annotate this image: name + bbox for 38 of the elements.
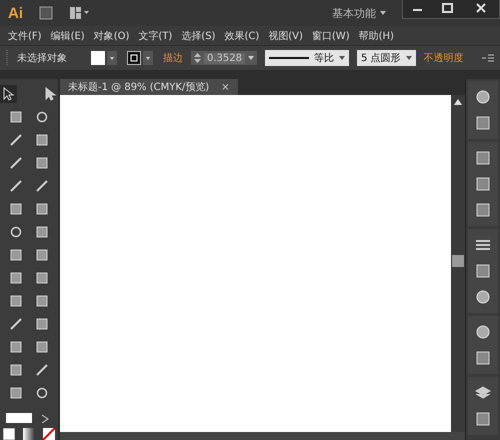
panel-menu-icon[interactable]	[482, 53, 494, 63]
menu-item[interactable]: 效果(C)	[224, 28, 260, 42]
caret-icon	[248, 56, 254, 60]
caret-icon	[380, 11, 386, 15]
menu-item[interactable]: 选择(S)	[181, 28, 216, 42]
menu-item[interactable]: 窗口(W)	[312, 28, 350, 42]
workspace-dropdown[interactable]: 基本功能	[332, 6, 376, 20]
spinner-icon	[194, 52, 201, 64]
stroke-swatch[interactable]	[127, 51, 155, 65]
none-mode-icon[interactable]	[43, 428, 55, 440]
menu-item[interactable]: 文件(F)	[8, 28, 42, 42]
stroke-profile-dropdown[interactable]: 等比	[265, 50, 349, 66]
app-logo: Ai	[8, 4, 23, 22]
fill-swatch[interactable]	[91, 51, 119, 65]
caret-icon	[406, 56, 412, 60]
stroke-weight-field[interactable]: 0.3528	[191, 51, 257, 65]
scroll-thumb[interactable]	[452, 255, 464, 267]
document-tab[interactable]: 未标题-1 @ 89% (CMYK/预览) ×	[60, 79, 238, 95]
circle-icon[interactable]	[475, 289, 491, 305]
menu-item[interactable]: 对象(O)	[94, 28, 130, 42]
lines-icon[interactable]	[475, 237, 491, 253]
caret-icon	[339, 56, 345, 60]
menu-item[interactable]: 文字(T)	[138, 28, 172, 42]
scroll-up-icon[interactable]	[454, 99, 462, 105]
stroke-line-icon	[269, 56, 309, 60]
opacity-link[interactable]: 不透明度	[424, 51, 464, 65]
layout-icon[interactable]	[69, 6, 89, 20]
menu-item[interactable]: 视图(V)	[268, 28, 303, 42]
menu-item[interactable]: 帮助(H)	[358, 28, 394, 42]
selection-status: 未选择对象	[17, 52, 67, 65]
stroke-link[interactable]: 描边	[163, 51, 183, 65]
vertical-scrollbar[interactable]	[451, 95, 465, 432]
menu-item[interactable]: 编辑(E)	[50, 28, 85, 42]
grip-icon	[6, 50, 9, 66]
color-mode-icon[interactable]	[3, 428, 15, 440]
brush-dropdown[interactable]: 5 点圆形	[357, 50, 416, 66]
gradient-mode-icon[interactable]	[23, 428, 35, 440]
layers-icon[interactable]	[475, 385, 491, 401]
